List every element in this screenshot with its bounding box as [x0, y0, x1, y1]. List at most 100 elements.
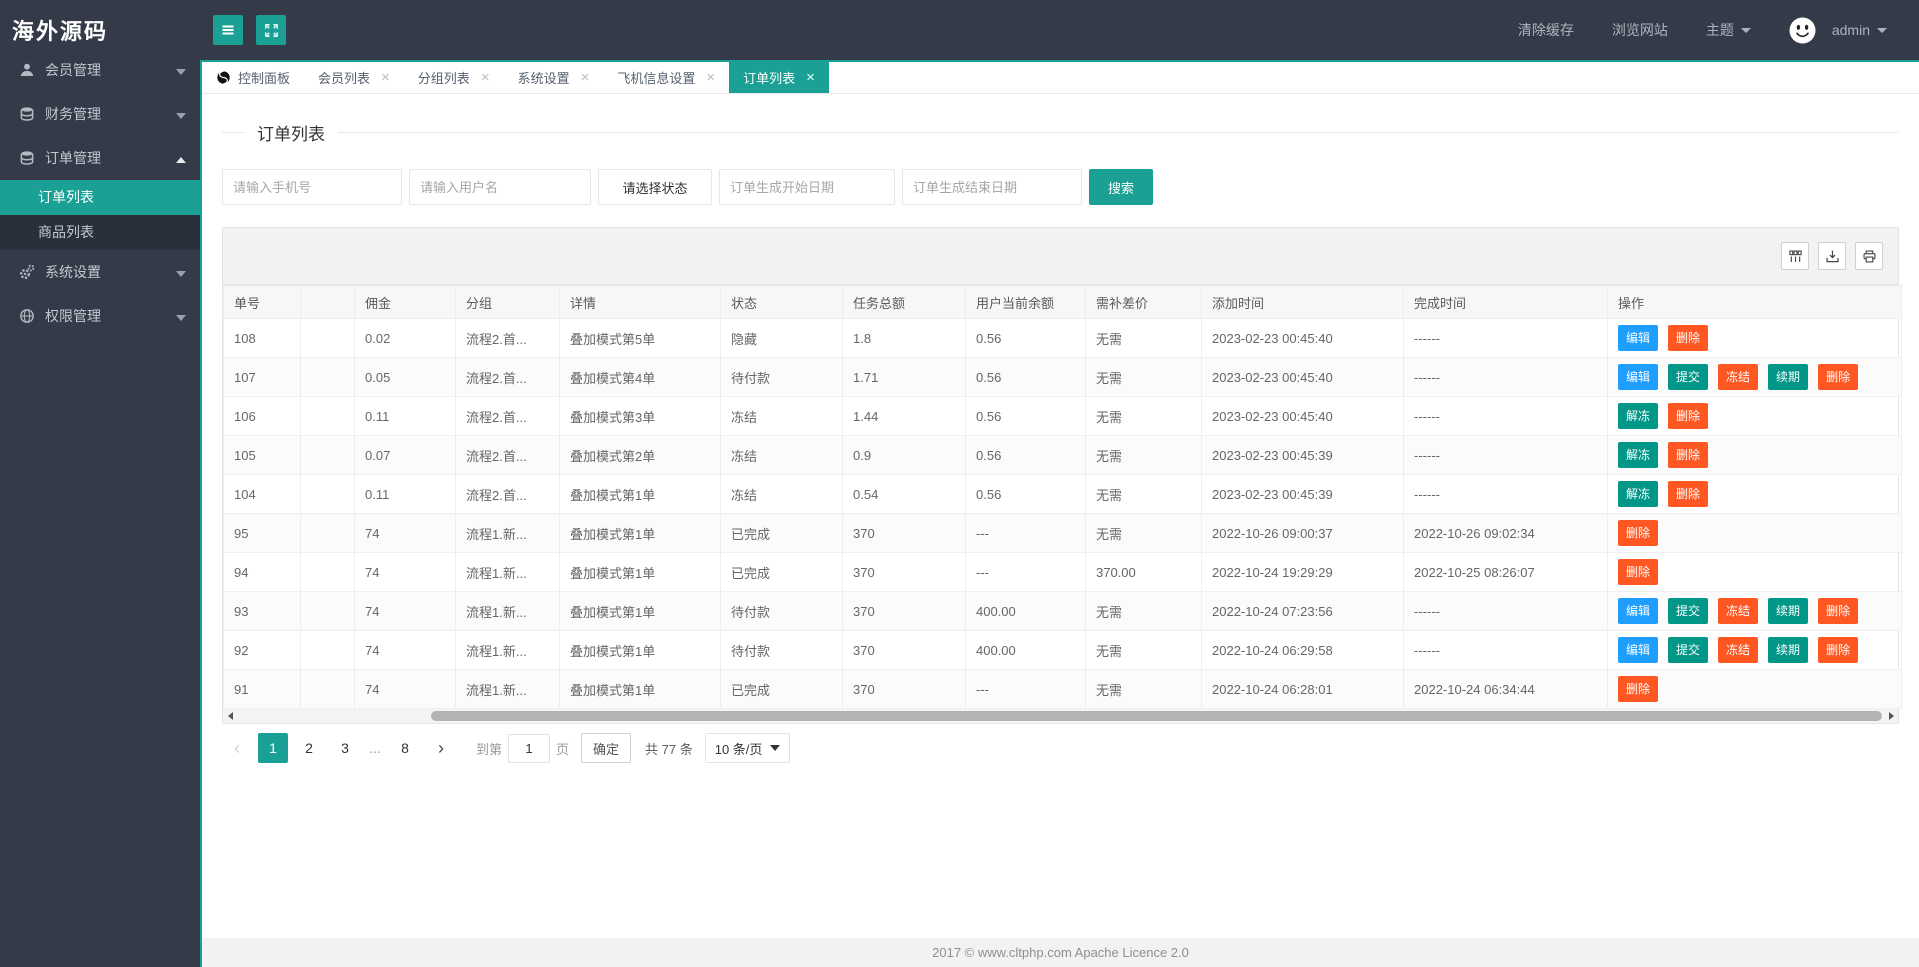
table-cell: 370: [842, 669, 966, 709]
close-icon[interactable]: ×: [581, 70, 590, 85]
unfreeze-button[interactable]: 解冻: [1618, 481, 1659, 507]
jump-page-input[interactable]: [508, 733, 551, 763]
delete-button[interactable]: 删除: [1618, 676, 1659, 702]
submit-button[interactable]: 提交: [1668, 637, 1709, 663]
browse-site-link[interactable]: 浏览网站: [1612, 20, 1668, 40]
freeze-button[interactable]: 冻结: [1718, 598, 1759, 624]
menu-toggle-button[interactable]: [213, 15, 243, 45]
table-cell: 74: [354, 552, 456, 592]
tab-order-list[interactable]: 订单列表 ×: [729, 62, 829, 93]
table-cell: 0.56: [965, 435, 1086, 475]
sidebar-item-system[interactable]: 系统设置: [0, 250, 200, 294]
sidebar-item-order-list[interactable]: 订单列表: [0, 180, 200, 215]
renew-button[interactable]: 续期: [1768, 598, 1809, 624]
table-cell: 0.56: [965, 318, 1086, 358]
print-button[interactable]: [1855, 242, 1883, 270]
table-header-row: 单号 佣金 分组 详情 状态 任务总额 用户当前余额 需补差价 添加时间 完成时间 操作: [223, 285, 1902, 319]
table-cell: ------: [1403, 591, 1608, 631]
scroll-right-arrow-icon[interactable]: [1884, 712, 1898, 720]
table-card: 单号 佣金 分组 详情 状态 任务总额 用户当前余额 需补差价 添加时间 完成时间 操作 108 0.…: [222, 227, 1902, 724]
tab-group-list[interactable]: 分组列表 ×: [404, 62, 504, 93]
sidebar-item-finance[interactable]: 财务管理: [0, 92, 200, 136]
delete-button[interactable]: 删除: [1618, 520, 1659, 546]
actions-cell: 解冻 删除: [1607, 435, 1902, 475]
submit-button[interactable]: 提交: [1668, 364, 1709, 390]
columns-button[interactable]: [1781, 242, 1809, 270]
freeze-button[interactable]: 冻结: [1718, 364, 1759, 390]
renew-button[interactable]: 续期: [1768, 637, 1809, 663]
clear-cache-link[interactable]: 清除缓存: [1518, 20, 1574, 40]
table-cell: 370: [842, 591, 966, 631]
sidebar-item-order[interactable]: 订单管理: [0, 136, 200, 180]
confirm-button[interactable]: 确定: [581, 733, 632, 763]
close-icon[interactable]: ×: [381, 70, 390, 85]
end-date-input[interactable]: [902, 169, 1082, 205]
tab-label: 会员列表: [318, 71, 371, 86]
close-icon[interactable]: ×: [806, 70, 815, 85]
page-number-button[interactable]: 3: [330, 733, 360, 763]
export-button[interactable]: [1818, 242, 1846, 270]
table-body: 108 0.02 流程2.首... 叠加模式第5单 隐藏 1.8 0.56 无需 2023-02…: [223, 318, 1902, 709]
table-cell: 0.11: [354, 474, 456, 514]
table-cell: 流程1.新...: [455, 669, 560, 709]
edit-button[interactable]: 编辑: [1618, 637, 1659, 663]
submit-button[interactable]: 提交: [1668, 598, 1709, 624]
freeze-button[interactable]: 冻结: [1718, 637, 1759, 663]
pagination: ‹ 123... 8 › 到第 页 确定 共 77 条 10 条/页: [222, 733, 1899, 763]
search-button[interactable]: 搜索: [1089, 169, 1153, 205]
table-cell: 107: [223, 357, 301, 397]
delete-button[interactable]: 删除: [1668, 442, 1709, 468]
delete-button[interactable]: 删除: [1818, 598, 1859, 624]
table-cell: 370: [842, 630, 966, 670]
table-cell: 2022-10-25 08:26:07: [1403, 552, 1608, 592]
edit-button[interactable]: 编辑: [1618, 364, 1659, 390]
unfreeze-button[interactable]: 解冻: [1618, 442, 1659, 468]
sidebar-item-goods-list[interactable]: 商品列表: [0, 215, 200, 250]
prev-page-button[interactable]: ‹: [222, 733, 252, 763]
delete-button[interactable]: 删除: [1618, 559, 1659, 585]
tab-member-list[interactable]: 会员列表 ×: [304, 62, 404, 93]
delete-button[interactable]: 删除: [1818, 637, 1859, 663]
tab-flight-info-settings[interactable]: 飞机信息设置 ×: [603, 62, 729, 93]
unfreeze-button[interactable]: 解冻: [1618, 403, 1659, 429]
jump-prefix-label: 到第: [476, 741, 503, 757]
scrollbar-thumb[interactable]: [431, 711, 1882, 721]
page-number-button[interactable]: 1: [258, 733, 288, 763]
table-cell: 2022-10-24 06:34:44: [1403, 669, 1608, 709]
close-icon[interactable]: ×: [481, 70, 490, 85]
delete-button[interactable]: 删除: [1668, 481, 1709, 507]
page-number-button[interactable]: 2: [294, 733, 324, 763]
page-size-select[interactable]: 10 条/页: [704, 733, 791, 763]
close-icon[interactable]: ×: [706, 70, 715, 85]
table-cell: 叠加模式第2单: [559, 435, 721, 475]
theme-dropdown[interactable]: 主题: [1706, 20, 1751, 40]
sidebar-item-permission[interactable]: 权限管理: [0, 294, 200, 338]
table-cell: 106: [223, 396, 301, 436]
phone-input[interactable]: [222, 169, 402, 205]
scrollbar-track[interactable]: [237, 709, 1884, 723]
delete-button[interactable]: 删除: [1668, 403, 1709, 429]
tab-system-settings[interactable]: 系统设置 ×: [504, 62, 604, 93]
actions-cell: 编辑 提交 冻结 续期 删除: [1607, 357, 1902, 397]
edit-button[interactable]: 编辑: [1618, 598, 1659, 624]
edit-button[interactable]: 编辑: [1618, 325, 1659, 351]
page-number-button[interactable]: 8: [390, 733, 420, 763]
avatar[interactable]: [1789, 17, 1816, 44]
tab-dashboard[interactable]: 控制面板: [202, 62, 304, 93]
horizontal-scrollbar[interactable]: [223, 709, 1898, 723]
user-dropdown[interactable]: admin: [1832, 22, 1887, 38]
delete-button[interactable]: 删除: [1818, 364, 1859, 390]
chevron-down-icon: [1740, 27, 1751, 33]
renew-button[interactable]: 续期: [1768, 364, 1809, 390]
username-input[interactable]: [409, 169, 591, 205]
scroll-left-arrow-icon[interactable]: [223, 712, 237, 720]
table-cell: 0.54: [842, 474, 966, 514]
actions-cell: 删除: [1607, 513, 1902, 553]
delete-button[interactable]: 删除: [1668, 325, 1709, 351]
sidebar-item-member[interactable]: 会员管理: [0, 48, 200, 92]
start-date-input[interactable]: [719, 169, 895, 205]
status-select-button[interactable]: 请选择状态: [598, 169, 712, 205]
column-header: 完成时间: [1403, 285, 1608, 319]
next-page-button[interactable]: ›: [426, 733, 456, 763]
fullscreen-button[interactable]: [256, 15, 286, 45]
